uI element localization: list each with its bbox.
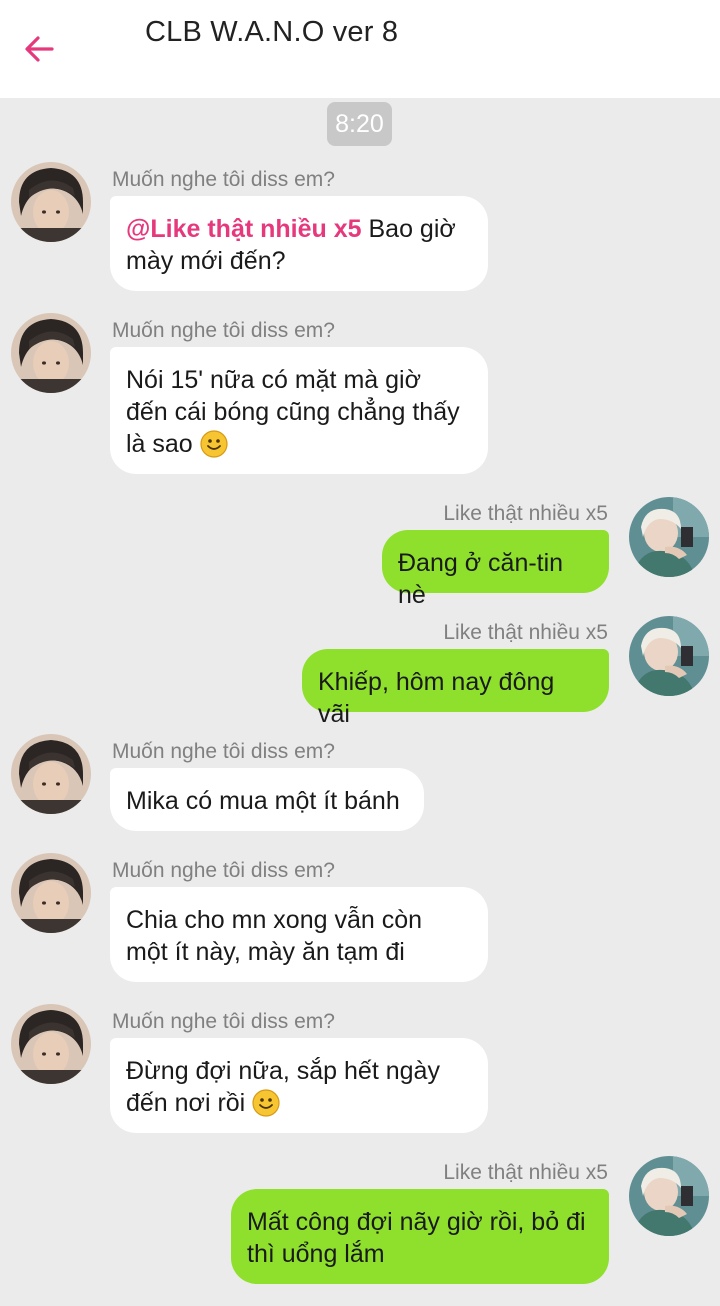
message-text: một ít này, mày ăn tạm đi [126,938,405,966]
message-text: thì uổng lắm [247,1240,385,1268]
message-text: Chia cho mn xong vẫn còn [126,906,423,934]
message-bubble[interactable]: Chia cho mn xong vẫn còn một ít này, mày… [110,887,488,982]
smiley-emoji-icon [199,430,228,458]
sender-name: Muốn nghe tôi diss em? [112,319,335,342]
sender-avatar[interactable] [11,734,91,814]
message-bubble[interactable]: Đừng đợi nữa, sắp hết ngày đến nơi rồi [110,1038,488,1133]
own-avatar[interactable] [629,1156,709,1236]
message-text: là sao [126,430,193,458]
chat-header: CLB W.A.N.O ver 8 [0,0,720,98]
message-text: Đừng đợi nữa, sắp hết ngày [126,1057,440,1085]
smiley-emoji-icon [252,1089,281,1117]
message-text: đến cái bóng cũng chẳng thấy [126,398,460,426]
time-separator: 8:20 [327,102,392,146]
sender-avatar[interactable] [11,162,91,242]
message-bubble[interactable]: Khiếp, hôm nay đông vãi [302,649,609,728]
own-avatar[interactable] [629,616,709,696]
message-text: Khiếp, hôm nay đông vãi [318,668,555,728]
sender-name: Like thật nhiều x5 [443,621,608,644]
chat-title: CLB W.A.N.O ver 8 [145,16,399,48]
message-bubble[interactable]: Nói 15' nữa có mặt mà giờ đến cái bóng c… [110,347,488,474]
sender-avatar[interactable] [11,313,91,393]
message-text: Mất công đợi nãy giờ rồi, bỏ đi [247,1208,586,1236]
sender-name: Muốn nghe tôi diss em? [112,1010,335,1033]
sender-name: Like thật nhiều x5 [443,1161,608,1184]
message-bubble[interactable]: Mất công đợi nãy giờ rồi, bỏ đi thì uổng… [231,1189,609,1284]
own-avatar[interactable] [629,497,709,577]
message-text: Nói 15' nữa có mặt mà giờ [126,366,421,394]
message-text: Bao giờ [368,215,456,243]
sender-name: Muốn nghe tôi diss em? [112,740,335,763]
message-bubble[interactable]: Đang ở căn-tin nè [382,530,609,609]
sender-name: Like thật nhiều x5 [443,502,608,525]
message-text: đến nơi rồi [126,1089,246,1117]
message-text: Mika có mua một ít bánh [126,787,400,815]
message-text: mày mới đến? [126,247,286,275]
sender-name: Muốn nghe tôi diss em? [112,859,335,882]
message-bubble[interactable]: @Like thật nhiều x5 Bao giờ mày mới đến? [110,196,488,291]
sender-name: Muốn nghe tôi diss em? [112,168,335,191]
message-bubble[interactable]: Mika có mua một ít bánh [110,768,424,831]
sender-avatar[interactable] [11,1004,91,1084]
message-text: Đang ở căn-tin nè [398,549,564,609]
mention-link[interactable]: @Like thật nhiều x5 [126,215,362,243]
sender-avatar[interactable] [11,853,91,933]
back-arrow-icon[interactable] [22,30,60,68]
